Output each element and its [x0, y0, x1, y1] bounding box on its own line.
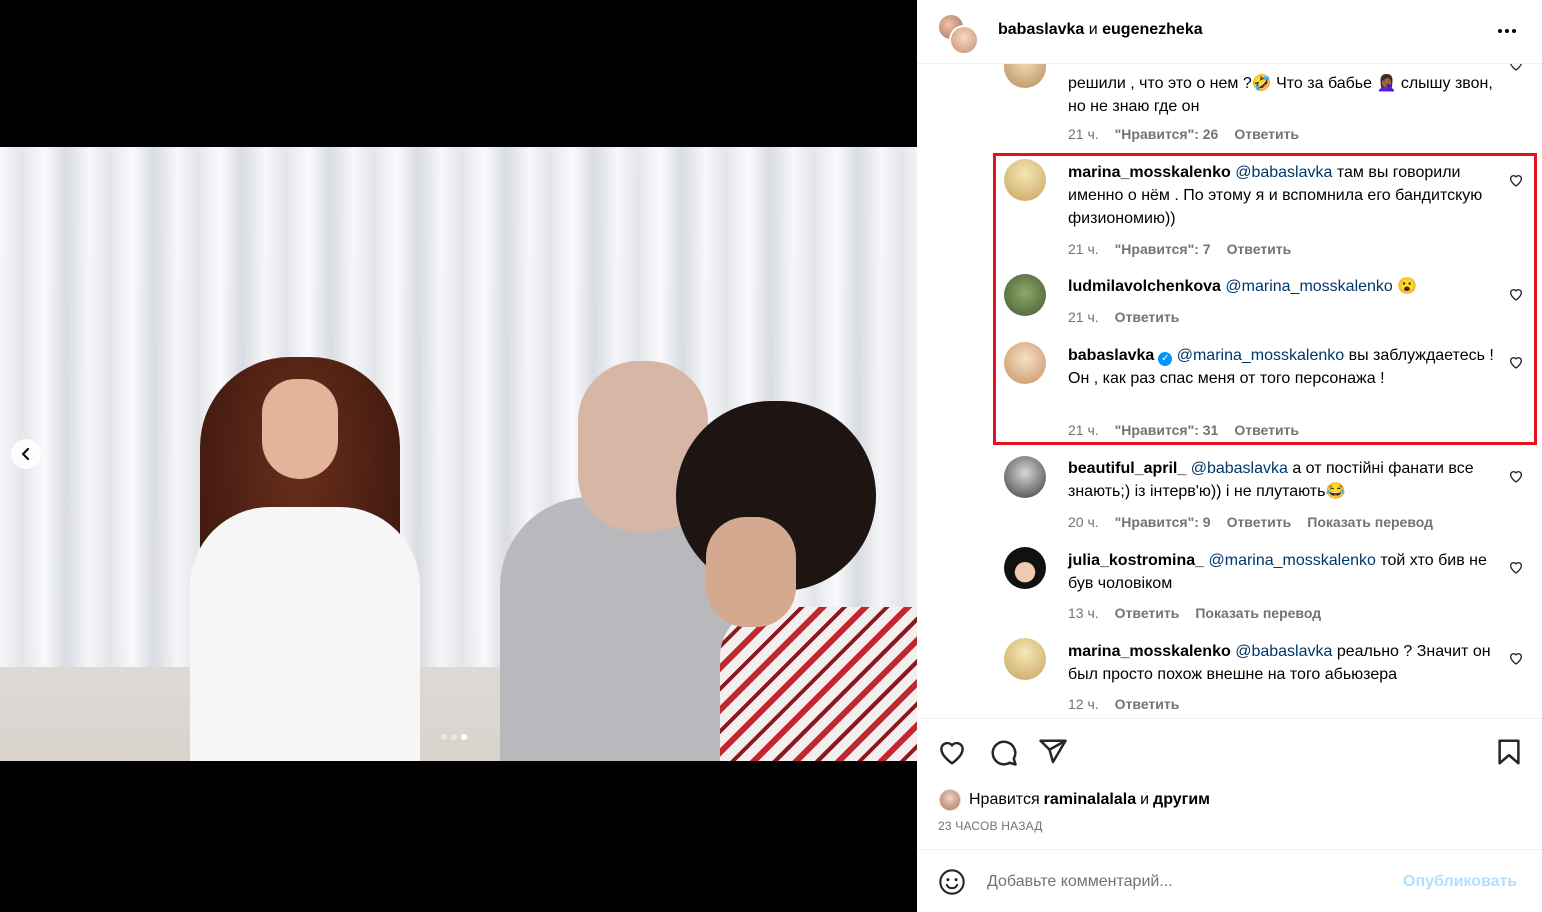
reply-button[interactable]: Ответить	[1234, 126, 1299, 142]
comment-meta: 12 ч. Ответить	[1068, 696, 1179, 712]
post-actions: Нравится raminalalala и другим 23 ЧАСОВ …	[917, 718, 1542, 848]
avatar[interactable]	[1004, 64, 1046, 88]
comment-username[interactable]: marina_mosskalenko	[1068, 643, 1231, 660]
collab-avatars[interactable]	[937, 13, 979, 55]
comment-likes[interactable]: "Нравится": 26	[1115, 126, 1219, 142]
highlight-box	[993, 153, 1537, 445]
likes-summary: Нравится raminalalala и другим	[939, 789, 1210, 811]
comment-time[interactable]: 21 ч.	[1068, 126, 1099, 142]
comment-text: marina_mosskalenko @babaslavka реально ?…	[1068, 643, 1491, 683]
comment-time[interactable]: 12 ч.	[1068, 696, 1099, 712]
post-media	[0, 0, 917, 912]
translate-button[interactable]: Показать перевод	[1195, 605, 1321, 621]
post-header: babaslavka и eugenezheka	[917, 0, 1542, 64]
reply-button[interactable]: Ответить	[1115, 605, 1180, 621]
heart-icon[interactable]	[1508, 559, 1524, 575]
comment-text: решили , что это о нем ?🤣 Что за бабье 🤦…	[1068, 75, 1493, 115]
author-link[interactable]: babaslavka	[998, 21, 1084, 38]
comment-time[interactable]: 13 ч.	[1068, 605, 1099, 621]
comment-username[interactable]: beautiful_april_	[1068, 460, 1186, 477]
comment-meta: 20 ч. "Нравится": 9 Ответить Показать пе…	[1068, 514, 1433, 530]
post-side-panel: babaslavka и eugenezheka решили , что эт…	[917, 0, 1542, 912]
send-icon[interactable]	[1038, 737, 1068, 767]
white-dress	[190, 507, 420, 761]
comment-meta: 13 ч. Ответить Показать перевод	[1068, 605, 1321, 621]
heart-icon[interactable]	[1508, 468, 1524, 484]
more-horizontal-icon[interactable]	[1495, 21, 1519, 41]
carousel-prev-button[interactable]	[11, 439, 41, 469]
avatar[interactable]	[939, 789, 961, 811]
mention-link[interactable]: @babaslavka	[1191, 460, 1288, 477]
heart-icon[interactable]	[937, 737, 967, 767]
avatar[interactable]	[1004, 547, 1046, 589]
avatar	[949, 25, 979, 55]
comment-icon[interactable]	[988, 737, 1018, 767]
liker-link[interactable]: raminalalala	[1044, 791, 1137, 809]
carousel-dot-active	[461, 734, 467, 740]
add-comment-bar: Опубликовать	[917, 849, 1542, 912]
post-photo[interactable]	[0, 147, 917, 761]
post-timestamp[interactable]: 23 ЧАСОВ НАЗАД	[938, 819, 1043, 833]
comment-text: beautiful_april_ @babaslavka а от постій…	[1068, 460, 1474, 500]
chevron-left-icon	[22, 448, 29, 460]
authors-conjunction: и	[1088, 21, 1098, 38]
comment-time[interactable]: 20 ч.	[1068, 514, 1099, 530]
others-link[interactable]: другим	[1153, 791, 1210, 809]
comment-likes[interactable]: "Нравится": 9	[1115, 514, 1211, 530]
mention-link[interactable]: @marina_mosskalenko	[1209, 552, 1376, 569]
likes-conj: и	[1140, 791, 1150, 808]
publish-button[interactable]: Опубликовать	[1403, 873, 1517, 891]
reply-button[interactable]: Ответить	[1227, 514, 1292, 530]
woman-face	[262, 379, 338, 479]
comment-username[interactable]: julia_kostromina_	[1068, 552, 1204, 569]
comment-text: julia_kostromina_ @marina_mosskalenko то…	[1068, 552, 1487, 592]
carousel-dot	[441, 734, 447, 740]
comment-meta: 21 ч. "Нравится": 26 Ответить	[1068, 126, 1299, 142]
smiley-icon[interactable]	[938, 868, 966, 896]
likes-prefix: Нравится	[969, 791, 1040, 808]
mention-link[interactable]: @babaslavka	[1235, 643, 1332, 660]
avatar[interactable]	[1004, 456, 1046, 498]
reply-button[interactable]: Ответить	[1115, 696, 1180, 712]
avatar[interactable]	[1004, 638, 1046, 680]
bookmark-icon[interactable]	[1494, 737, 1524, 767]
comment-input[interactable]	[987, 870, 1397, 894]
translate-button[interactable]: Показать перевод	[1307, 514, 1433, 530]
comments-list: решили , что это о нем ?🤣 Что за бабье 🤦…	[917, 64, 1542, 718]
registrar-face	[706, 517, 796, 627]
heart-icon[interactable]	[1508, 650, 1524, 666]
heart-icon[interactable]	[1508, 64, 1524, 72]
carousel-dot	[451, 734, 457, 740]
author-link[interactable]: eugenezheka	[1102, 21, 1202, 38]
post-authors: babaslavka и eugenezheka	[998, 21, 1203, 39]
carousel-indicator	[441, 734, 467, 740]
embroidered-blouse	[720, 607, 917, 761]
